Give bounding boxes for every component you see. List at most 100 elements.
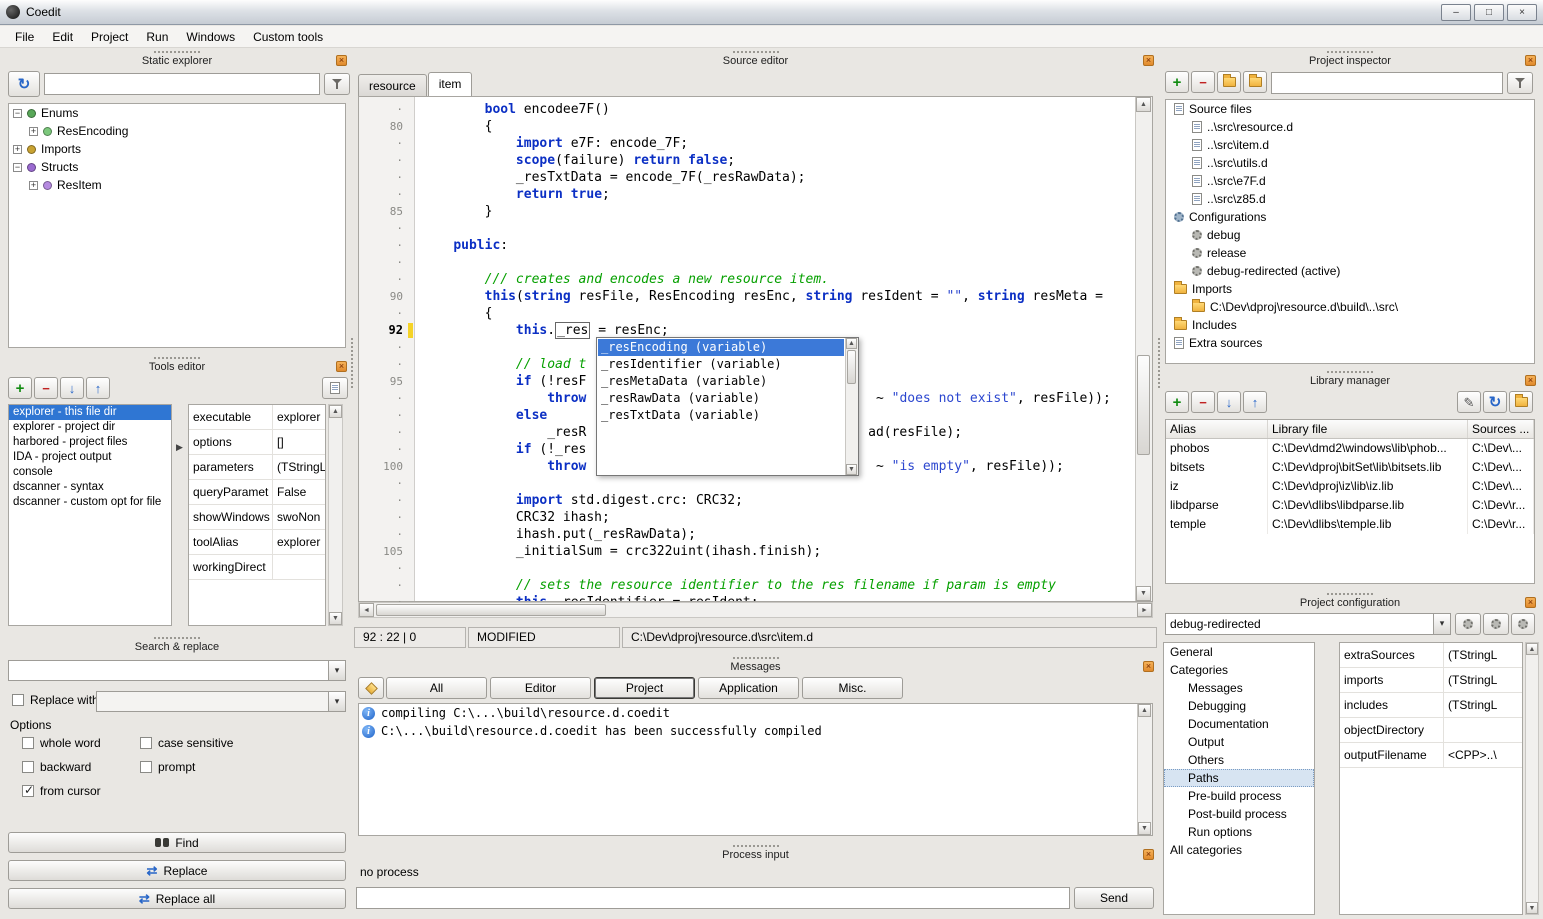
project-tree-item[interactable]: Extra sources <box>1166 334 1534 352</box>
scroll-down-icon[interactable]: ▼ <box>329 612 342 625</box>
process-input-field[interactable] <box>356 887 1070 909</box>
column-header-alias[interactable]: Alias <box>1166 420 1268 438</box>
menu-edit[interactable]: Edit <box>43 27 82 47</box>
chevron-down-icon[interactable] <box>328 692 345 711</box>
checkbox-box[interactable] <box>22 761 34 773</box>
panel-header[interactable]: Tools editor <box>4 356 350 374</box>
add-library-folder-button[interactable] <box>1509 391 1533 413</box>
category-categories[interactable]: Categories <box>1164 661 1314 679</box>
close-panel-icon[interactable] <box>1525 55 1536 66</box>
menu-project[interactable]: Project <box>82 27 137 47</box>
minimize-button[interactable]: – <box>1441 4 1471 21</box>
scroll-up-icon[interactable]: ▲ <box>1136 97 1151 112</box>
editor-vertical-scrollbar[interactable]: ▲ ▼ <box>1135 97 1152 601</box>
project-tree-item[interactable]: debug-redirected (active) <box>1166 262 1534 280</box>
library-row[interactable]: libdparseC:\Dev\dlibs\libdparse.libC:\De… <box>1166 496 1534 515</box>
chevron-down-icon[interactable] <box>1433 614 1450 634</box>
property-value[interactable] <box>273 555 325 579</box>
project-tree-item[interactable]: ..\src\e7F.d <box>1166 172 1534 190</box>
chevron-down-icon[interactable] <box>328 661 345 680</box>
editor-tab-item[interactable]: item <box>428 72 473 96</box>
add-tool-button[interactable] <box>8 377 32 399</box>
property-value[interactable]: (TStringL <box>1444 668 1522 692</box>
checkbox-box[interactable] <box>140 737 152 749</box>
remove-library-button[interactable] <box>1191 391 1215 413</box>
category-documentation[interactable]: Documentation <box>1164 715 1314 733</box>
library-row[interactable]: izC:\Dev\dproj\iz\lib\iz.libC:\Dev\... <box>1166 477 1534 496</box>
move-library-down-button[interactable] <box>1217 391 1241 413</box>
add-source-button[interactable] <box>1165 71 1189 93</box>
property-value[interactable]: (TStringL <box>1444 693 1522 717</box>
close-panel-icon[interactable] <box>1525 597 1536 608</box>
messages-filter-project[interactable]: Project <box>594 677 695 699</box>
scroll-up-icon[interactable]: ▲ <box>1526 643 1538 655</box>
library-row[interactable]: templeC:\Dev\dlibs\temple.libC:\Dev\r... <box>1166 515 1534 534</box>
code-line[interactable]: public: <box>422 237 1111 254</box>
refresh-library-button[interactable] <box>1483 391 1507 413</box>
category-debugging[interactable]: Debugging <box>1164 697 1314 715</box>
maximize-button[interactable]: □ <box>1474 4 1504 21</box>
message-row[interactable]: compiling C:\...\build\resource.d.coedit <box>359 704 1152 722</box>
option-backward[interactable]: backward <box>22 760 140 774</box>
code-line[interactable] <box>422 560 1111 577</box>
send-button[interactable]: Send <box>1074 887 1154 909</box>
property-row[interactable]: parameters(TStringL <box>189 455 325 480</box>
option-from-cursor[interactable]: from cursor <box>22 784 140 798</box>
close-panel-icon[interactable] <box>1525 375 1536 386</box>
code-line[interactable]: } <box>422 203 1111 220</box>
option-whole-word[interactable]: whole word <box>22 736 140 750</box>
title-bar[interactable]: Coedit – □ × <box>0 0 1543 25</box>
symbol-tree-item[interactable]: −Structs <box>9 158 345 176</box>
code-line[interactable]: this._resIdentifier = resIdent; <box>422 594 1111 601</box>
refresh-symbols-button[interactable] <box>8 71 40 97</box>
property-row[interactable]: options[] <box>189 430 325 455</box>
replace-with-checkbox[interactable]: Replace with <box>12 693 99 707</box>
scroll-left-icon[interactable]: ◄ <box>359 603 374 617</box>
property-value[interactable] <box>1444 718 1522 742</box>
scrollbar-thumb[interactable] <box>847 350 856 384</box>
library-row[interactable]: phobosC:\Dev\dmd2\windows\lib\phob...C:\… <box>1166 439 1534 458</box>
editor-horizontal-scrollbar[interactable]: ◄ ► <box>358 602 1153 618</box>
tool-list-item[interactable]: IDA - project output <box>9 450 171 465</box>
property-value[interactable]: swoNon <box>273 505 325 529</box>
tools-grid-scrollbar[interactable]: ▲ ▼ <box>328 404 343 626</box>
message-options-button[interactable] <box>358 677 384 699</box>
expand-icon[interactable]: + <box>29 181 38 190</box>
column-header-sources[interactable]: Sources ... <box>1468 420 1534 438</box>
add-configuration-button[interactable] <box>1455 613 1481 635</box>
scroll-down-icon[interactable]: ▼ <box>1526 902 1538 914</box>
close-panel-icon[interactable] <box>1143 55 1154 66</box>
tool-list-item[interactable]: dscanner - custom opt for file <box>9 495 171 510</box>
code-line[interactable] <box>422 254 1111 271</box>
open-folder-button[interactable] <box>1217 71 1241 93</box>
messages-scrollbar[interactable]: ▲ ▼ <box>1137 704 1152 835</box>
configuration-scrollbar[interactable]: ▲ ▼ <box>1525 642 1539 915</box>
code-line[interactable]: ihash.put(_resRawData); <box>422 526 1111 543</box>
code-line[interactable]: scope(failure) return false; <box>422 152 1111 169</box>
panel-header[interactable]: Process input <box>354 844 1157 862</box>
property-row[interactable]: toolAliasexplorer <box>189 530 325 555</box>
clone-configuration-button[interactable] <box>1511 613 1535 635</box>
property-row[interactable]: includes(TStringL <box>1340 693 1522 718</box>
code-line[interactable]: _initialSum = crc322uint(ihash.finish); <box>422 543 1111 560</box>
completion-item[interactable]: _resTxtData (variable) <box>598 407 844 424</box>
code-line[interactable]: { <box>422 305 1111 322</box>
property-row[interactable]: extraSources(TStringL <box>1340 643 1522 668</box>
close-panel-icon[interactable] <box>1143 661 1154 672</box>
message-row[interactable]: C:\...\build\resource.d.coedit has been … <box>359 722 1152 740</box>
close-panel-icon[interactable] <box>336 361 347 372</box>
code-line[interactable]: this(string resFile, ResEncoding resEnc,… <box>422 288 1111 305</box>
project-tree-item[interactable]: C:\Dev\dproj\resource.d\build\..\src\ <box>1166 298 1534 316</box>
close-button[interactable]: × <box>1507 4 1537 21</box>
scroll-right-icon[interactable]: ► <box>1137 603 1152 617</box>
symbol-tree-item[interactable]: +ResEncoding <box>9 122 345 140</box>
property-row[interactable]: objectDirectory <box>1340 718 1522 743</box>
property-row[interactable]: executableexplorer <box>189 405 325 430</box>
code-line[interactable]: // sets the resource identifier to the r… <box>422 577 1111 594</box>
code-line[interactable]: return true; <box>422 186 1111 203</box>
category-pre-build-process[interactable]: Pre-build process <box>1164 787 1314 805</box>
code-line[interactable] <box>422 220 1111 237</box>
checkbox-box[interactable] <box>22 737 34 749</box>
replace-all-button[interactable]: Replace all <box>8 888 346 909</box>
configuration-selector[interactable]: debug-redirected <box>1165 613 1451 635</box>
